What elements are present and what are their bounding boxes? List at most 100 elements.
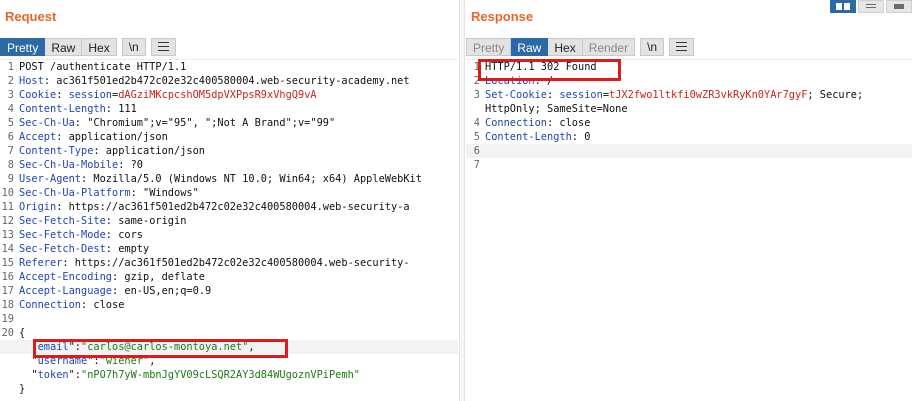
- line-content: Sec-Fetch-Mode: cors: [19, 228, 143, 242]
- code-line: 8 Sec-Ch-Ua-Mobile: ?0: [0, 158, 458, 172]
- line-number: 11: [1, 201, 14, 213]
- response-pane: Response Pretty Raw Hex Render \n 1 HTTP/…: [466, 0, 912, 401]
- code-token: : close: [547, 117, 591, 129]
- code-token: Accept: [19, 131, 57, 143]
- code-line: 18 Connection: close: [0, 298, 458, 312]
- code-line: 12 Sec-Fetch-Site: same-origin: [0, 214, 458, 228]
- response-tab-hex[interactable]: Hex: [548, 38, 583, 56]
- code-line: 19: [0, 312, 458, 326]
- line-content: Host: ac361f501ed2b472c02e32c400580004.w…: [19, 74, 410, 88]
- line-content: Content-Type: application/json: [19, 144, 205, 158]
- code-token: "nPO7h7yW-mbnJgYV09cLSQR2AY3d84WUgoznVPi…: [81, 369, 360, 381]
- code-token: : https://ac361f501ed2b472c02e32c4005800…: [62, 257, 410, 269]
- request-tab-pretty[interactable]: Pretty: [0, 38, 46, 56]
- line-number: 18: [1, 299, 14, 311]
- code-token: : en-US,en;q=0.9: [112, 285, 212, 297]
- line-content: HttpOnly; SameSite=None: [485, 102, 628, 116]
- code-token: : https://ac361f501ed2b472c02e32c4005800…: [56, 201, 410, 213]
- line-number: 3: [7, 89, 14, 101]
- line-content: Sec-Ch-Ua-Platform: "Windows": [19, 186, 199, 200]
- line-number: 6: [473, 145, 480, 157]
- request-tab-raw[interactable]: Raw: [45, 38, 83, 56]
- line-number: 17: [1, 285, 14, 297]
- code-line: 5 Sec-Ch-Ua: "Chromium";v="95", ";Not A B…: [0, 116, 458, 130]
- code-token: :: [56, 89, 69, 101]
- code-token: Set-Cookie: [485, 89, 547, 101]
- response-tab-pretty[interactable]: Pretty: [466, 38, 512, 56]
- response-menu-button[interactable]: [669, 38, 695, 56]
- line-number: 10: [1, 187, 14, 199]
- line-number: 5: [7, 117, 14, 129]
- code-line: 7 Content-Type: application/json: [0, 144, 458, 158]
- code-token: : application/json: [93, 145, 205, 157]
- response-title: Response: [471, 9, 534, 24]
- line-content: Connection: close: [19, 298, 124, 312]
- code-token: ":: [68, 369, 82, 381]
- code-token: : "Chromium";v="95", ";Not A Brand";v="9…: [74, 117, 336, 129]
- request-tab-hex[interactable]: Hex: [82, 38, 117, 56]
- response-tab-render[interactable]: Render: [582, 38, 636, 56]
- line-content: User-Agent: Mozilla/5.0 (Windows NT 10.0…: [19, 172, 422, 186]
- code-token: : same-origin: [105, 215, 187, 227]
- code-token: User-Agent: [19, 173, 81, 185]
- line-content: Sec-Fetch-Dest: empty: [19, 242, 149, 256]
- code-token: :: [547, 89, 560, 101]
- code-line: 13 Sec-Fetch-Mode: cors: [0, 228, 458, 242]
- line-content: Cookie: session=dAGziMKcpcshOM5dpVXPpsR9…: [19, 88, 317, 102]
- line-number: 7: [473, 159, 480, 171]
- code-token: : "Windows": [130, 187, 199, 199]
- code-line: 6: [466, 144, 912, 158]
- split-vertical-icon[interactable]: [858, 0, 884, 13]
- code-line: 2 Host: ac361f501ed2b472c02e32c400580004.…: [0, 74, 458, 88]
- code-line: 3 Set-Cookie: session=tJX2fwo1ltkfi0wZR3v…: [466, 88, 912, 102]
- code-token: Accept-Language: [19, 285, 112, 297]
- code-line: 7: [466, 158, 912, 172]
- response-tab-raw[interactable]: Raw: [511, 38, 549, 56]
- code-line: 9 User-Agent: Mozilla/5.0 (Windows NT 10.…: [0, 172, 458, 186]
- code-token: : ?0: [118, 159, 144, 171]
- code-line: 20 {: [0, 326, 458, 340]
- code-token: : cors: [105, 229, 143, 241]
- line-content: Sec-Ch-Ua-Mobile: ?0: [19, 158, 143, 172]
- code-token: HttpOnly; SameSite=None: [485, 103, 628, 115]
- code-token: : gzip, deflate: [112, 271, 205, 283]
- code-token: Connection: [19, 299, 81, 311]
- line-number: 7: [7, 145, 14, 157]
- line-number: 2: [7, 75, 14, 87]
- line-content: Origin: https://ac361f501ed2b472c02e32c4…: [19, 200, 410, 214]
- single-pane-icon[interactable]: [886, 0, 912, 13]
- code-line: 10 Sec-Ch-Ua-Platform: "Windows": [0, 186, 458, 200]
- line-number: 9: [7, 173, 14, 185]
- line-number: 5: [473, 131, 480, 143]
- request-pane: Request Pretty Raw Hex \n 1 POST /authent…: [0, 0, 458, 401]
- line-number: 20: [1, 327, 14, 339]
- line-number: 3: [473, 89, 480, 101]
- response-view-tabs: Pretty Raw Hex Render \n: [466, 38, 695, 56]
- code-token: Content-Length: [19, 103, 106, 115]
- split-horizontal-icon[interactable]: [830, 0, 856, 13]
- code-token: Sec-Ch-Ua-Mobile: [19, 159, 119, 171]
- code-token: : application/json: [56, 131, 168, 143]
- code-token: Sec-Fetch-Mode: [19, 229, 106, 241]
- code-token: Sec-Ch-Ua-Platform: [19, 187, 131, 199]
- line-number: 12: [1, 215, 14, 227]
- line-content: Accept-Encoding: gzip, deflate: [19, 270, 205, 284]
- code-token: Origin: [19, 201, 57, 213]
- request-newline-toggle[interactable]: \n: [121, 38, 146, 56]
- code-token: Content-Type: [19, 145, 94, 157]
- hamburger-menu-icon: [157, 42, 169, 52]
- code-line: }: [0, 382, 458, 396]
- line-content: Connection: close: [485, 116, 590, 130]
- line-number: 8: [7, 159, 14, 171]
- response-newline-toggle[interactable]: \n: [640, 38, 665, 56]
- code-token: session: [559, 89, 603, 101]
- request-menu-button[interactable]: [150, 38, 176, 56]
- code-token: {: [19, 327, 26, 339]
- code-token: : empty: [105, 243, 150, 255]
- code-token: ": [19, 369, 38, 381]
- code-token: Accept-Encoding: [19, 271, 112, 283]
- pane-splitter[interactable]: [459, 0, 465, 401]
- response-editor[interactable]: 1 HTTP/1.1 302 Found 2 Location: /3 Set-Cook…: [466, 59, 912, 401]
- code-line: 3 Cookie: session=dAGziMKcpcshOM5dpVXPpsR…: [0, 88, 458, 102]
- line-content: Content-Length: 0: [485, 130, 590, 144]
